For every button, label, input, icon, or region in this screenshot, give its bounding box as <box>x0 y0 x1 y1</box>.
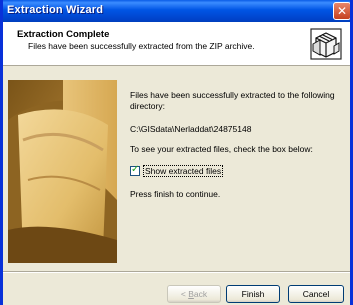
success-message: Files have been successfully extracted t… <box>130 90 335 111</box>
check-instruction: To see your extracted files, check the b… <box>130 144 313 154</box>
show-extracted-files-label[interactable]: Show extracted files <box>143 164 224 177</box>
checkmark-icon: ✓ <box>131 163 140 175</box>
wizard-side-image <box>8 80 117 263</box>
back-button[interactable]: < Back <box>167 285 221 303</box>
extraction-directory: C:\GISdata\Nerladdat\24875148 <box>130 124 252 134</box>
show-extracted-files-row[interactable]: ✓ Show extracted files <box>130 163 224 177</box>
title-bar[interactable]: Extraction Wizard ✕ <box>3 0 350 22</box>
show-extracted-files-checkbox[interactable]: ✓ <box>130 163 140 176</box>
footer-divider <box>3 271 350 273</box>
window-title: Extraction Wizard <box>7 4 104 16</box>
header-subtitle: Files have been successfully extracted f… <box>28 41 255 51</box>
close-icon: ✕ <box>336 4 348 18</box>
finish-instruction: Press finish to continue. <box>130 189 221 199</box>
cancel-button[interactable]: Cancel <box>288 285 344 303</box>
finish-button[interactable]: Finish <box>226 285 280 303</box>
extraction-wizard-window: Extraction Wizard ✕ Extraction Complete … <box>0 0 353 305</box>
wizard-header: Extraction Complete Files have been succ… <box>3 22 350 66</box>
close-button[interactable]: ✕ <box>333 2 350 20</box>
header-title: Extraction Complete <box>17 29 110 40</box>
zip-archive-icon <box>310 28 342 60</box>
